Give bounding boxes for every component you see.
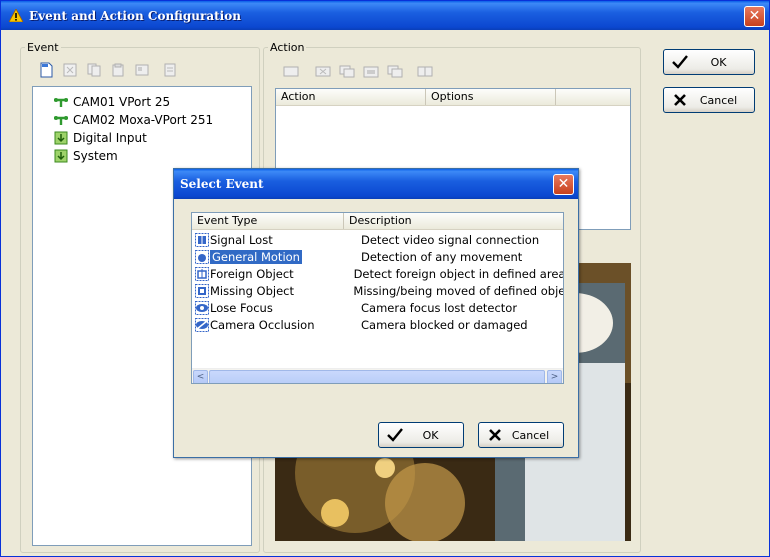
action-list-header: Action Options — [276, 89, 630, 106]
x-icon — [486, 427, 504, 443]
event-row-foreign-object[interactable]: Foreign Object Detect foreign object in … — [192, 265, 564, 282]
dialog-close-button[interactable]: ✕ — [553, 174, 574, 195]
tree-item-cam02[interactable]: CAM02 Moxa-VPort 251 — [53, 111, 213, 129]
digital-input-icon — [53, 131, 69, 145]
tree-item-digital-input[interactable]: Digital Input — [53, 129, 147, 147]
missing-object-icon — [195, 283, 209, 298]
window-titlebar[interactable]: Event and Action Configuration ✕ — [1, 1, 769, 30]
column-action[interactable]: Action — [276, 89, 426, 105]
camera-occlusion-icon — [195, 317, 209, 332]
new-action-icon[interactable] — [282, 63, 300, 79]
new-event-icon[interactable] — [37, 62, 55, 78]
event-properties-icon[interactable] — [161, 62, 179, 78]
horizontal-scrollbar[interactable]: < > — [192, 368, 563, 383]
system-icon — [53, 149, 69, 163]
scroll-thumb[interactable] — [209, 370, 545, 383]
signal-lost-icon — [195, 232, 209, 247]
event-row-missing-object[interactable]: Missing Object Missing/being moved of de… — [192, 282, 564, 299]
action-settings-icon[interactable] — [386, 63, 404, 79]
event-description: Missing/being moved of defined object — [353, 283, 564, 298]
scroll-right-button[interactable]: > — [547, 370, 562, 383]
camera-icon — [53, 95, 69, 109]
column-options[interactable]: Options — [426, 89, 556, 105]
event-type-list[interactable]: Event Type Description Signal Lost Detec… — [191, 212, 564, 384]
ok-button-label: OK — [710, 55, 727, 69]
x-icon — [671, 92, 689, 108]
column-description[interactable]: Description — [344, 213, 563, 229]
paste-action-icon[interactable] — [362, 63, 380, 79]
checkmark-icon — [386, 427, 404, 443]
checkmark-icon — [671, 54, 689, 70]
event-row-camera-occlusion[interactable]: Camera Occlusion Camera blocked or damag… — [192, 316, 563, 333]
tree-item-label: Digital Input — [73, 131, 147, 145]
event-row-signal-lost[interactable]: Signal Lost Detect video signal connecti… — [192, 231, 563, 248]
event-group-label: Event — [27, 41, 59, 54]
action-toolbar — [282, 63, 440, 79]
dialog-cancel-label: Cancel — [511, 428, 550, 442]
event-settings-icon[interactable] — [133, 62, 151, 78]
paste-event-icon[interactable] — [109, 62, 127, 78]
event-description: Camera blocked or damaged — [361, 317, 528, 332]
scroll-left-button[interactable]: < — [193, 370, 208, 383]
select-event-dialog: Select Event ✕ Event Type Description Si… — [173, 168, 579, 458]
event-description: Detect video signal connection — [361, 232, 540, 247]
lose-focus-icon — [195, 300, 209, 315]
event-type: Camera Occlusion — [210, 317, 315, 332]
event-row-lose-focus[interactable]: Lose Focus Camera focus lost detector — [192, 299, 563, 316]
camera-icon — [53, 113, 69, 127]
event-type: Missing Object — [210, 283, 294, 298]
event-list-header: Event Type Description — [192, 213, 563, 230]
tree-item-label: CAM01 VPort 25 — [73, 95, 171, 109]
event-row-general-motion[interactable]: General Motion Detection of any movement — [192, 248, 563, 265]
event-description: Detection of any movement — [361, 249, 523, 264]
dialog-titlebar[interactable]: Select Event ✕ — [174, 169, 578, 199]
dialog-title: Select Event — [180, 177, 264, 191]
event-type: Foreign Object — [210, 266, 294, 281]
event-description: Detect foreign object in defined area(s — [353, 266, 564, 281]
dialog-ok-label: OK — [422, 428, 439, 442]
column-filler — [556, 89, 630, 105]
event-type: Signal Lost — [210, 232, 273, 247]
tree-item-label: System — [73, 149, 118, 163]
general-motion-icon — [195, 249, 209, 264]
copy-event-icon[interactable] — [85, 62, 103, 78]
event-type: Lose Focus — [210, 300, 273, 315]
tree-item-system[interactable]: System — [53, 147, 118, 165]
copy-action-icon[interactable] — [338, 63, 356, 79]
column-event-type[interactable]: Event Type — [192, 213, 344, 229]
event-type: General Motion — [210, 249, 302, 264]
foreign-object-icon — [195, 266, 209, 281]
action-group-label: Action — [270, 41, 305, 54]
tree-item-label: CAM02 Moxa-VPort 251 — [73, 113, 214, 127]
window-close-button[interactable]: ✕ — [744, 6, 765, 27]
dialog-ok-button[interactable]: OK — [378, 422, 464, 448]
cancel-button[interactable]: Cancel — [663, 87, 755, 113]
dialog-cancel-button[interactable]: Cancel — [478, 422, 564, 448]
event-toolbar — [37, 62, 185, 78]
warning-triangle-icon — [9, 9, 23, 22]
window-title: Event and Action Configuration — [29, 8, 241, 23]
delete-event-icon[interactable] — [61, 62, 79, 78]
cancel-button-label: Cancel — [699, 93, 738, 107]
ok-button[interactable]: OK — [663, 49, 755, 75]
action-properties-icon[interactable] — [416, 63, 434, 79]
delete-action-icon[interactable] — [314, 63, 332, 79]
tree-item-cam01[interactable]: CAM01 VPort 25 — [53, 93, 170, 111]
event-description: Camera focus lost detector — [361, 300, 518, 315]
